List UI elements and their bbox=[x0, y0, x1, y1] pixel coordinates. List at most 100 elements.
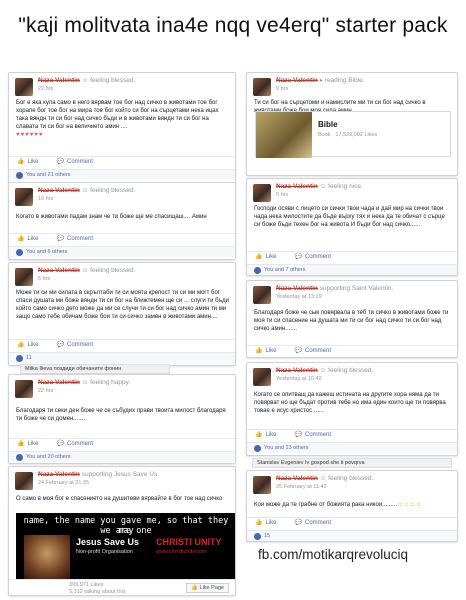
right-post-card-2: Naza Valentin ☺ feeling nice. 5 hrs Госп… bbox=[246, 178, 458, 276]
action-bar: 👍 Like 💬 Comment bbox=[247, 517, 457, 527]
avatar[interactable] bbox=[15, 472, 33, 490]
action-bar: 👍 Like 💬 Comment bbox=[247, 251, 457, 261]
post-time[interactable]: 24 February at 21:35 bbox=[38, 480, 89, 486]
poster-sub: Non-profit Organisation bbox=[76, 549, 133, 555]
comment-button[interactable]: 💬 Comment bbox=[294, 253, 332, 261]
comment-button[interactable]: 💬 Comment bbox=[56, 235, 94, 243]
comment-button[interactable]: 💬 Comment bbox=[294, 431, 332, 439]
comment-icon: 💬 bbox=[56, 159, 64, 165]
reactions-summary[interactable]: You and 7 others bbox=[247, 264, 457, 275]
like-button[interactable]: 👍 Like bbox=[17, 158, 39, 166]
reactions-summary[interactable]: 15 bbox=[247, 530, 457, 541]
like-button[interactable]: 👍 Like bbox=[255, 519, 277, 527]
page-stats: 399,971 Likes 5,312 talking about this 👍 … bbox=[9, 579, 235, 595]
author-name[interactable]: Naza Valentin bbox=[38, 187, 80, 194]
poster-site: www.christiunity.com bbox=[156, 549, 207, 555]
avatar[interactable] bbox=[253, 286, 271, 304]
like-icon bbox=[254, 266, 261, 274]
like-button[interactable]: 👍 Like bbox=[255, 431, 277, 439]
page-title: "kaji molitvata ina4e nqq ve4erq" starte… bbox=[18, 14, 448, 37]
reactions-summary[interactable]: 11 bbox=[9, 352, 235, 363]
like-button[interactable]: 👍 Like bbox=[17, 235, 39, 243]
avatar[interactable] bbox=[15, 78, 33, 96]
right-post-card-5: Naza Valentin ☺ feeling blessed. 25 Febr… bbox=[246, 470, 458, 542]
comment-icon: 💬 bbox=[294, 348, 302, 354]
feeling-label: ☺ feeling blessed. bbox=[81, 77, 136, 84]
feeling-label: ☺ feeling blessed. bbox=[319, 475, 374, 482]
post-text: О само в моя бог е спасението на душитев… bbox=[16, 496, 223, 502]
reactions-summary[interactable]: You and 20 others bbox=[9, 451, 235, 462]
like-page-button[interactable]: 👍 Like Page bbox=[186, 583, 229, 593]
post-time[interactable]: Yesterday at 10:42 bbox=[276, 376, 322, 382]
author-name[interactable]: Naza Valentin bbox=[38, 77, 80, 84]
like-button[interactable]: 👍 Like bbox=[17, 341, 39, 349]
thumb-icon: 👍 bbox=[17, 159, 25, 165]
jesus-image bbox=[24, 535, 70, 581]
avatar[interactable] bbox=[15, 268, 33, 286]
post-time[interactable]: 5 hrs bbox=[276, 192, 288, 198]
bible-title: Bible bbox=[318, 120, 338, 129]
thumb-icon: 👍 bbox=[17, 441, 25, 447]
bible-page-preview[interactable]: Bible Book · 17,529,002 Likes bbox=[255, 111, 451, 158]
comment-icon: 💬 bbox=[56, 441, 64, 447]
comment-button[interactable]: 💬 Comment bbox=[56, 158, 94, 166]
avatar[interactable] bbox=[253, 368, 271, 386]
avatar[interactable] bbox=[15, 380, 33, 398]
feeling-label: ☺ feeling nice. bbox=[319, 183, 363, 190]
comment-button[interactable]: 💬 Comment bbox=[294, 519, 332, 527]
avatar[interactable] bbox=[253, 78, 271, 96]
author-name[interactable]: Naza Valentin bbox=[276, 475, 318, 482]
bible-image bbox=[256, 112, 312, 158]
like-button[interactable]: 👍 Like bbox=[255, 253, 277, 261]
action-bar: 👍 Like 💬 Comment bbox=[9, 339, 235, 349]
author-name[interactable]: Naza Valentin bbox=[38, 267, 80, 274]
author-name[interactable]: Naza Valentin bbox=[38, 379, 80, 386]
thumb-icon: 👍 bbox=[17, 342, 25, 348]
feeling-label: ☺ feeling happy. bbox=[81, 379, 131, 386]
author-name[interactable]: Naza Valentin bbox=[38, 471, 80, 478]
like-icon bbox=[16, 248, 23, 256]
comment-icon: 💬 bbox=[294, 520, 302, 526]
post-time[interactable]: 22 hrs bbox=[38, 388, 53, 394]
thumb-icon: 👍 bbox=[17, 236, 25, 242]
comment-button[interactable]: 💬 Comment bbox=[294, 347, 332, 355]
reactions-summary[interactable]: You and 13 others bbox=[247, 442, 457, 453]
thumb-icon: 👍 bbox=[255, 254, 263, 260]
thumb-icon: 👍 bbox=[255, 520, 263, 526]
right-post-card-3: Naza Valentin supporting Saint Valentin.… bbox=[246, 280, 458, 358]
author-name[interactable]: Naza Valentin bbox=[276, 183, 318, 190]
post-time[interactable]: 9 hrs bbox=[276, 86, 288, 92]
overlap-strip: Milka Ilieva поздиди обичаните фонин bbox=[20, 364, 170, 374]
comment-icon: 💬 bbox=[294, 254, 302, 260]
shared-page-cover[interactable]: name, the name you gave me, so that they… bbox=[16, 513, 235, 583]
reactions-summary[interactable]: You and 21 others bbox=[9, 169, 235, 180]
author-name[interactable]: Naza Valentin bbox=[276, 285, 318, 292]
author-name[interactable]: Naza Valentin bbox=[276, 77, 318, 84]
like-icon bbox=[254, 532, 261, 540]
like-button[interactable]: 👍 Like bbox=[255, 347, 277, 355]
avatar[interactable] bbox=[253, 184, 271, 202]
thumb-icon: 👍 bbox=[191, 585, 198, 591]
action-bar: 👍 Like 💬 Comment bbox=[9, 438, 235, 448]
comment-button[interactable]: 💬 Comment bbox=[56, 440, 94, 448]
feeling-label: ☺ feeling blessed. bbox=[319, 367, 374, 374]
action-bar: 👍 Like 💬 Comment bbox=[247, 429, 457, 439]
post-time[interactable]: 5 hrs bbox=[38, 276, 50, 282]
comment-icon: 💬 bbox=[294, 432, 302, 438]
feeling-label: ☺ feeling blessed. bbox=[81, 267, 136, 274]
hearts-emoji: ♥♥♥♥♥♥ bbox=[16, 132, 44, 138]
smiley-emoji: ☺☺☺☺ bbox=[397, 502, 422, 508]
post-time[interactable]: 16 hrs bbox=[38, 196, 53, 202]
like-button[interactable]: 👍 Like bbox=[17, 440, 39, 448]
post-time[interactable]: 25 February at 11:43 bbox=[276, 484, 327, 490]
post-time[interactable]: 22 hrs bbox=[38, 86, 53, 92]
comment-icon: 💬 bbox=[56, 236, 64, 242]
avatar[interactable] bbox=[253, 476, 271, 494]
avatar[interactable] bbox=[15, 188, 33, 206]
post-text: Благодаря ти секи ден боже че се събудих… bbox=[16, 408, 226, 422]
post-time[interactable]: Yesterday at 13:19 bbox=[276, 294, 322, 300]
comment-button[interactable]: 💬 Comment bbox=[57, 341, 94, 349]
reactions-summary[interactable]: You and 6 others bbox=[9, 246, 235, 257]
author-name[interactable]: Naza Valentin bbox=[276, 367, 318, 374]
action-bar: 👍 Like 💬 Comment bbox=[9, 233, 235, 243]
